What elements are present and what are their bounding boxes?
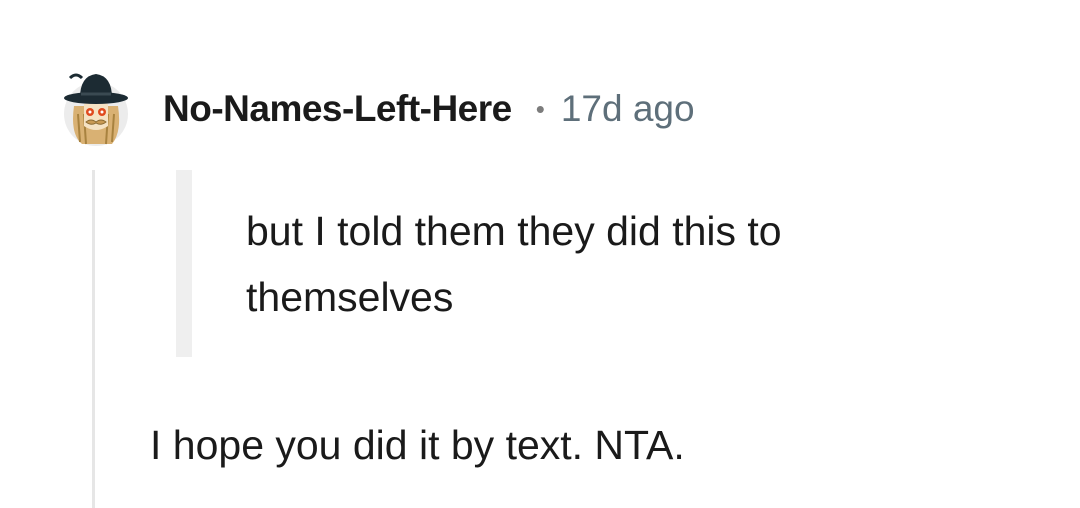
- comment-header: No-Names-Left-Here • 17d ago: [163, 86, 695, 132]
- username-link[interactable]: No-Names-Left-Here: [163, 88, 512, 130]
- quoted-text: but I told them they did this to themsel…: [246, 208, 782, 320]
- comment: No-Names-Left-Here • 17d ago but I told …: [0, 0, 1080, 508]
- thread-line[interactable]: [92, 170, 95, 508]
- quote-bar: [176, 170, 192, 357]
- timestamp: 17d ago: [560, 88, 695, 129]
- user-avatar[interactable]: [56, 64, 136, 148]
- comment-body: I hope you did it by text. NTA.: [150, 422, 685, 468]
- avatar-icon: [64, 73, 128, 146]
- separator-dot: •: [535, 93, 545, 124]
